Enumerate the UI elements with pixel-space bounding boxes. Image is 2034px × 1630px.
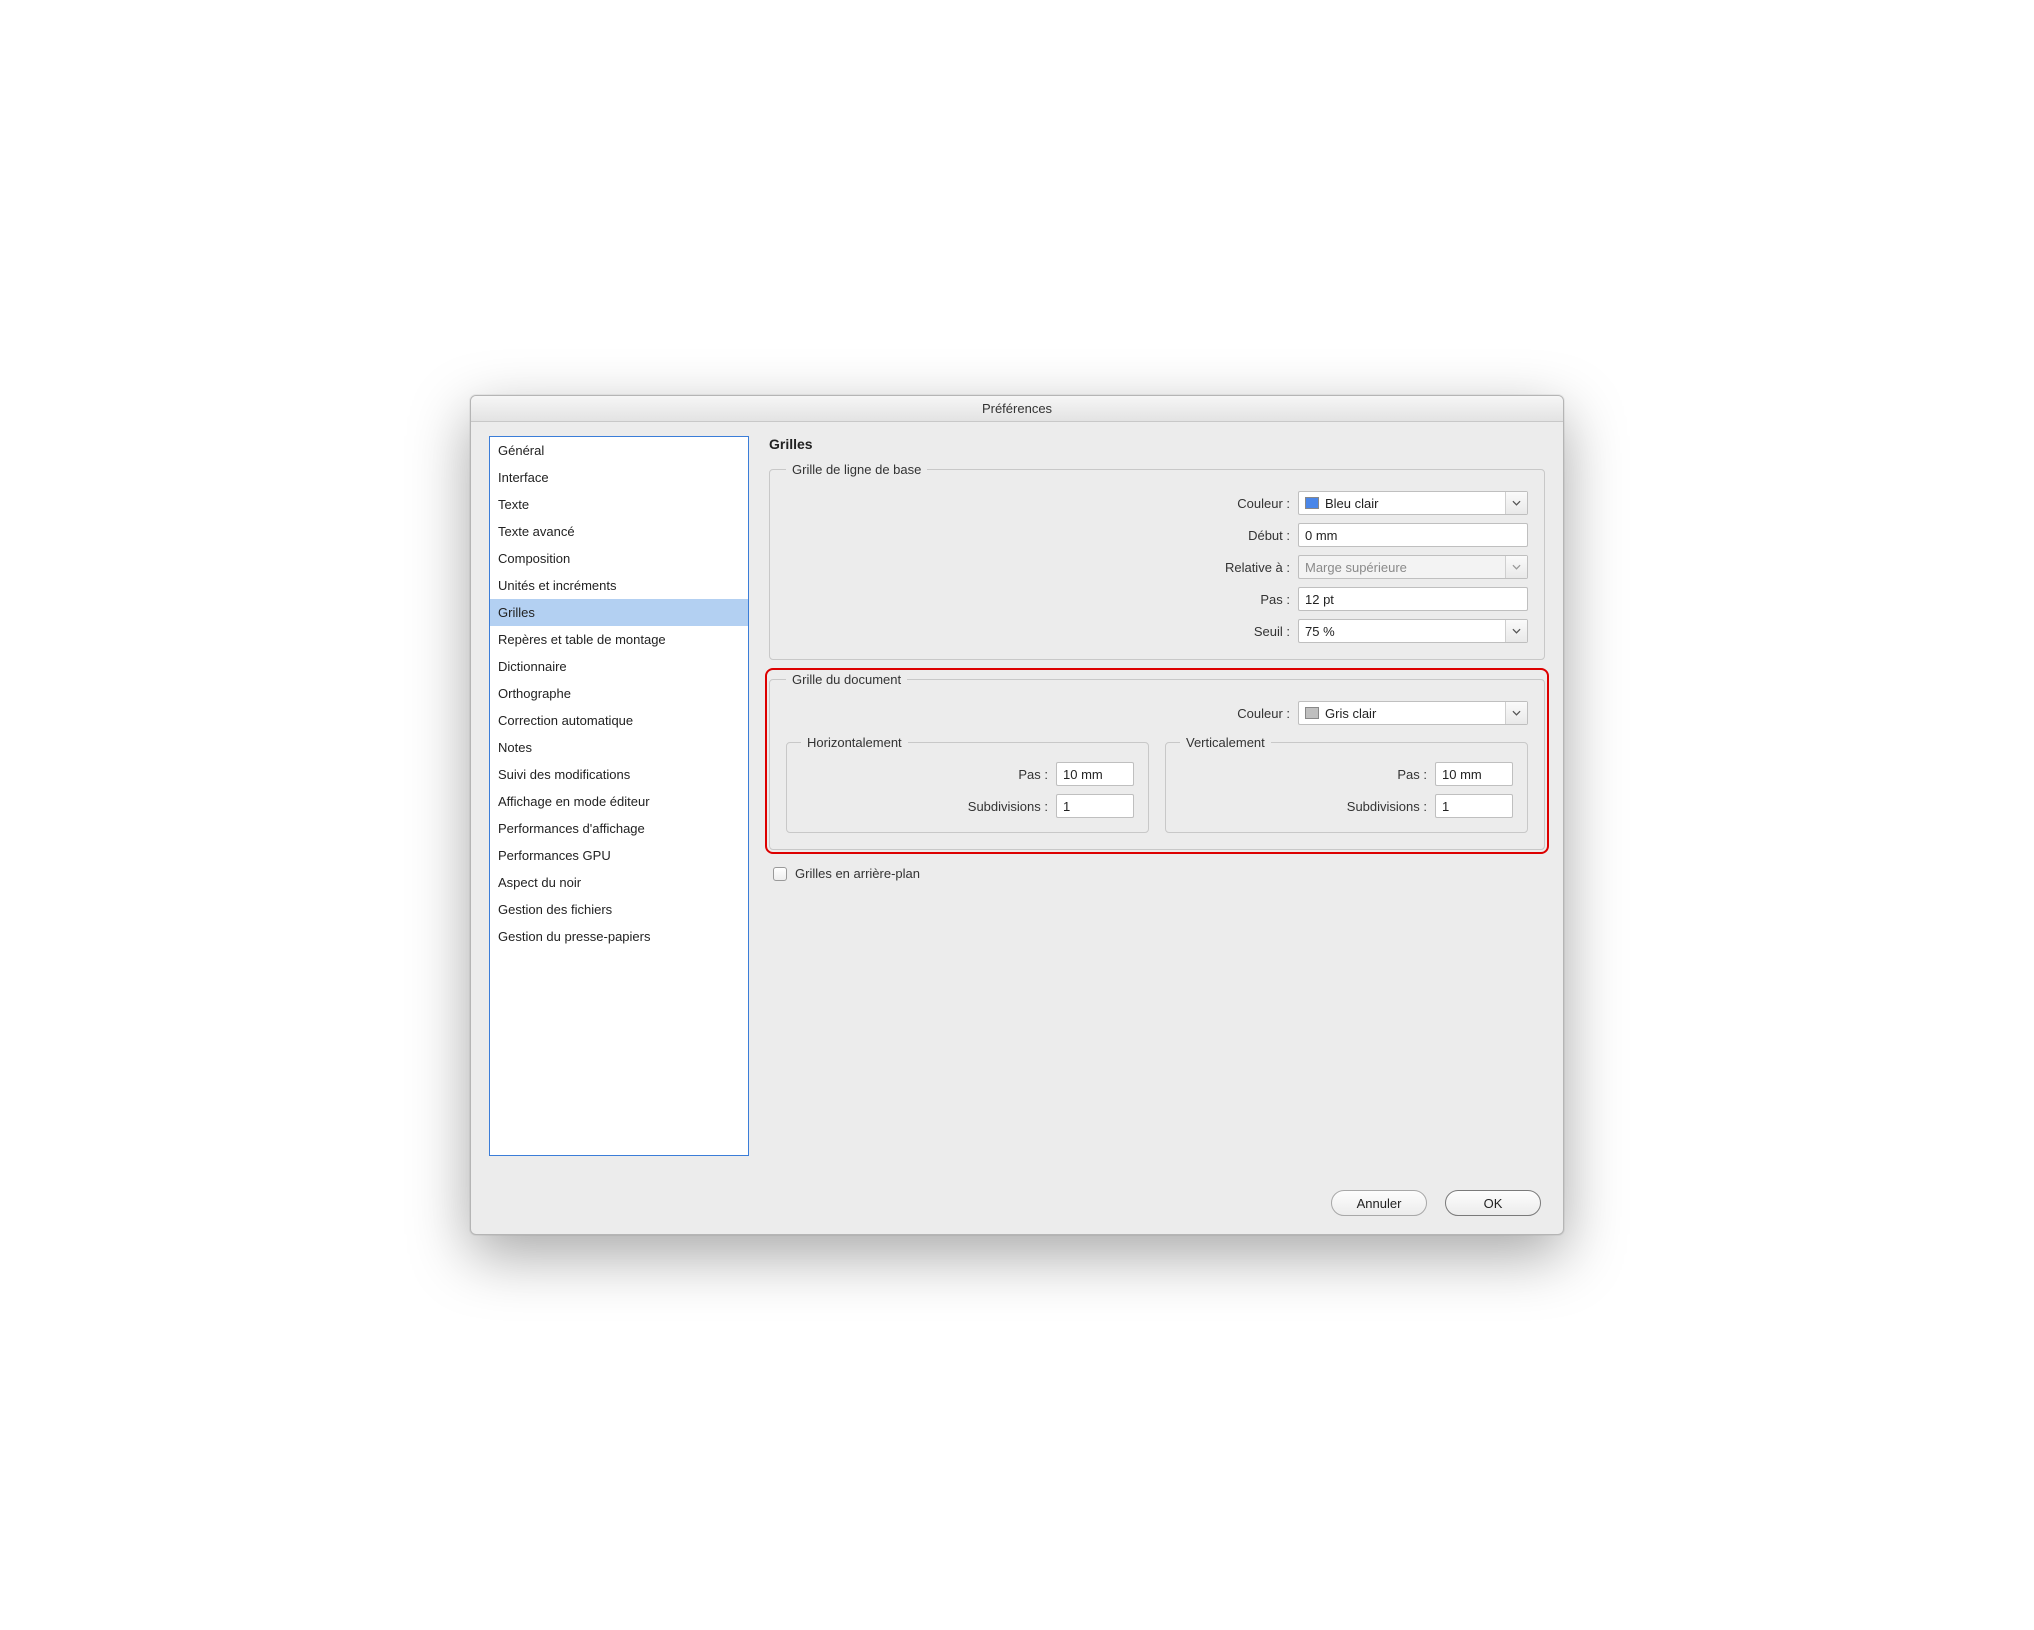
sidebar-item[interactable]: Unités et incréments: [490, 572, 748, 599]
v-sub-input[interactable]: 1: [1435, 794, 1513, 818]
window-title: Préférences: [982, 401, 1052, 416]
dialog-buttons: Annuler OK: [471, 1174, 1563, 1234]
document-grid-legend: Grille du document: [786, 672, 907, 687]
baseline-start-input[interactable]: 0 mm: [1298, 523, 1528, 547]
docgrid-color-label: Couleur :: [1237, 706, 1290, 721]
sidebar-item[interactable]: Performances d'affichage: [490, 815, 748, 842]
h-sub-input[interactable]: 1: [1056, 794, 1134, 818]
horizontal-group: Horizontalement Pas : 10 mm Subdivisions…: [786, 735, 1149, 833]
grids-back-row[interactable]: Grilles en arrière-plan: [773, 866, 1545, 881]
v-pas-label: Pas :: [1397, 767, 1427, 782]
baseline-seuil-label: Seuil :: [1254, 624, 1290, 639]
grids-back-label: Grilles en arrière-plan: [795, 866, 920, 881]
sidebar-item[interactable]: Texte: [490, 491, 748, 518]
sidebar-item[interactable]: Général: [490, 437, 748, 464]
vertical-group: Verticalement Pas : 10 mm Subdivisions :…: [1165, 735, 1528, 833]
sidebar-item[interactable]: Correction automatique: [490, 707, 748, 734]
v-pas-input[interactable]: 10 mm: [1435, 762, 1513, 786]
baseline-pas-label: Pas :: [1260, 592, 1290, 607]
vertical-legend: Verticalement: [1180, 735, 1271, 750]
sidebar-item[interactable]: Repères et table de montage: [490, 626, 748, 653]
chevron-down-icon: [1505, 556, 1527, 578]
baseline-seuil-value: 75 %: [1305, 624, 1335, 639]
sidebar-item[interactable]: Performances GPU: [490, 842, 748, 869]
v-sub-label: Subdivisions :: [1347, 799, 1427, 814]
sidebar-item[interactable]: Gestion des fichiers: [490, 896, 748, 923]
sidebar-item[interactable]: Composition: [490, 545, 748, 572]
page-title: Grilles: [769, 436, 1545, 452]
baseline-color-label: Couleur :: [1237, 496, 1290, 511]
sidebar-item[interactable]: Orthographe: [490, 680, 748, 707]
baseline-relative-value: Marge supérieure: [1305, 560, 1407, 575]
baseline-grid-legend: Grille de ligne de base: [786, 462, 927, 477]
h-pas-label: Pas :: [1018, 767, 1048, 782]
sidebar-item[interactable]: Dictionnaire: [490, 653, 748, 680]
sidebar-item[interactable]: Aspect du noir: [490, 869, 748, 896]
baseline-start-label: Début :: [1248, 528, 1290, 543]
horizontal-legend: Horizontalement: [801, 735, 908, 750]
sidebar-item[interactable]: Grilles: [490, 599, 748, 626]
chevron-down-icon: [1505, 620, 1527, 642]
h-pas-input[interactable]: 10 mm: [1056, 762, 1134, 786]
ok-button[interactable]: OK: [1445, 1190, 1541, 1216]
document-grid-group: Grille du document Couleur : Gris clair …: [769, 672, 1545, 850]
sidebar-item[interactable]: Gestion du presse-papiers: [490, 923, 748, 950]
window-content: GénéralInterfaceTexteTexte avancéComposi…: [471, 422, 1563, 1174]
h-sub-label: Subdivisions :: [968, 799, 1048, 814]
sidebar-item[interactable]: Notes: [490, 734, 748, 761]
baseline-color-value: Bleu clair: [1325, 496, 1378, 511]
preferences-window: Préférences GénéralInterfaceTexteTexte a…: [470, 395, 1564, 1235]
baseline-relative-label: Relative à :: [1225, 560, 1290, 575]
sidebar-item[interactable]: Texte avancé: [490, 518, 748, 545]
grids-back-checkbox[interactable]: [773, 867, 787, 881]
baseline-seuil-select[interactable]: 75 %: [1298, 619, 1528, 643]
swatch-icon: [1305, 497, 1319, 509]
sidebar-item[interactable]: Suivi des modifications: [490, 761, 748, 788]
baseline-grid-group: Grille de ligne de base Couleur : Bleu c…: [769, 462, 1545, 660]
window-titlebar: Préférences: [471, 396, 1563, 422]
docgrid-color-value: Gris clair: [1325, 706, 1376, 721]
cancel-button[interactable]: Annuler: [1331, 1190, 1427, 1216]
chevron-down-icon: [1505, 702, 1527, 724]
main-panel: Grilles Grille de ligne de base Couleur …: [769, 436, 1545, 1156]
chevron-down-icon: [1505, 492, 1527, 514]
baseline-color-select[interactable]: Bleu clair: [1298, 491, 1528, 515]
sidebar-item[interactable]: Affichage en mode éditeur: [490, 788, 748, 815]
baseline-pas-input[interactable]: 12 pt: [1298, 587, 1528, 611]
baseline-relative-select[interactable]: Marge supérieure: [1298, 555, 1528, 579]
sidebar-item[interactable]: Interface: [490, 464, 748, 491]
docgrid-color-select[interactable]: Gris clair: [1298, 701, 1528, 725]
swatch-icon: [1305, 707, 1319, 719]
sidebar: GénéralInterfaceTexteTexte avancéComposi…: [489, 436, 749, 1156]
